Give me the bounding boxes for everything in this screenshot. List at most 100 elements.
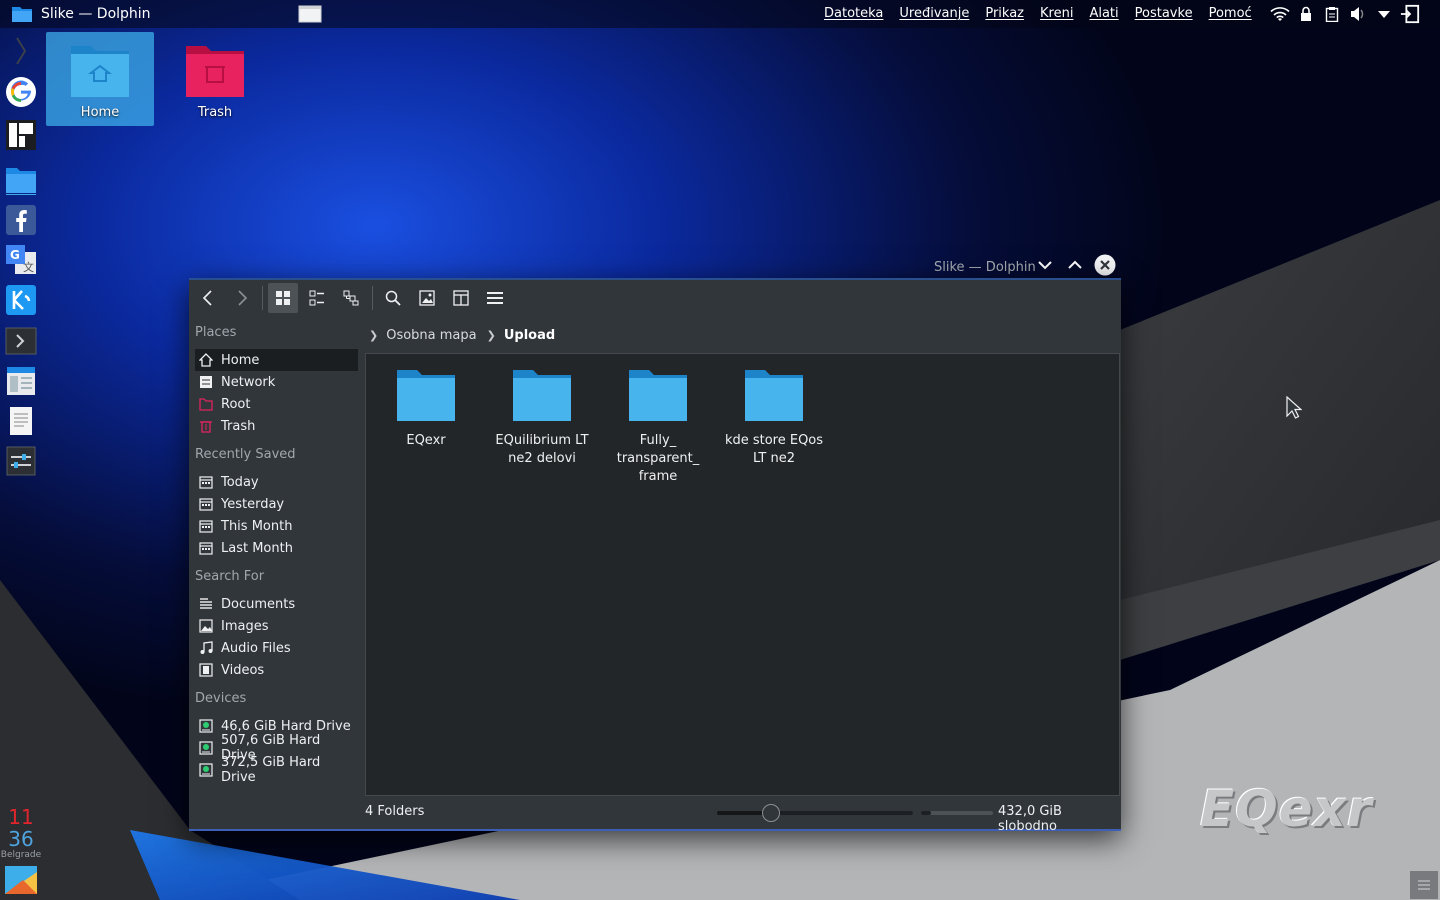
split-view-icon[interactable] — [446, 283, 476, 313]
details-view-icon[interactable] — [336, 283, 366, 313]
svg-text:文: 文 — [23, 260, 34, 274]
menu-alati[interactable]: Alati — [1089, 6, 1118, 21]
recently-saved-section-title: Recently Saved — [195, 447, 296, 462]
terminal-icon[interactable] — [4, 324, 38, 358]
places-item-label: Today — [221, 474, 259, 490]
maximize-icon[interactable] — [1064, 254, 1086, 276]
expand-tray-icon[interactable] — [1374, 3, 1394, 25]
places-item-drive-3[interactable]: 372,5 GiB Hard Drive — [195, 755, 358, 785]
places-item-home[interactable]: Home — [195, 349, 358, 371]
free-space-bar[interactable] — [921, 811, 993, 815]
clock-minute: 36 — [8, 827, 34, 851]
folder-name: Fully_ transparent_ frame — [616, 433, 700, 484]
places-item-root[interactable]: Root — [195, 393, 358, 415]
zoom-slider[interactable] — [717, 804, 913, 822]
calendar-icon — [199, 497, 213, 511]
places-item-videos[interactable]: Videos — [195, 659, 358, 681]
clock-hour: 11 — [8, 805, 34, 829]
calendar-icon — [199, 519, 213, 533]
dolphin-app-icon[interactable] — [11, 5, 33, 23]
places-item-documents[interactable]: Documents — [195, 593, 358, 615]
folder-name: EQexr — [406, 433, 446, 448]
settings-icon[interactable] — [4, 444, 38, 478]
text-editor-icon[interactable] — [4, 404, 38, 438]
clipboard-icon[interactable] — [1322, 3, 1342, 25]
menu-datoteka[interactable]: Datoteka — [824, 6, 883, 21]
kde-icon[interactable] — [4, 283, 38, 317]
compact-view-icon[interactable] — [302, 283, 332, 313]
desktop-icon-home[interactable]: Home — [46, 32, 154, 126]
breadcrumb-home[interactable]: Osobna mapa — [386, 328, 476, 343]
window-titlebar[interactable]: Slike — Dolphin — [189, 249, 1121, 279]
top-panel: Slike — Dolphin Datoteka Uređivanje Prik… — [0, 0, 1440, 28]
wifi-icon[interactable] — [1270, 3, 1290, 25]
close-icon[interactable] — [1094, 254, 1116, 276]
logout-icon[interactable] — [1400, 3, 1420, 25]
global-menu: Datoteka Uređivanje Prikaz Kreni Alati P… — [824, 6, 1252, 21]
menu-uredivanje[interactable]: Uređivanje — [899, 6, 969, 21]
folder-icon — [397, 370, 455, 421]
folder-item[interactable]: Fully_ transparent_ frame — [602, 368, 714, 486]
volume-icon[interactable] — [1348, 3, 1368, 25]
desktop-icon-label: Trash — [197, 105, 233, 120]
svg-text:G: G — [10, 248, 20, 262]
places-item-label: Home — [221, 352, 260, 368]
places-item-label: This Month — [221, 518, 293, 534]
forward-icon[interactable] — [227, 283, 257, 313]
places-item-last-month[interactable]: Last Month — [195, 537, 358, 559]
minimize-icon[interactable] — [1034, 254, 1056, 276]
places-item-label: Last Month — [221, 540, 293, 556]
application-launcher-icon[interactable] — [4, 863, 38, 897]
devices-section-title: Devices — [195, 691, 247, 706]
places-item-audio-files[interactable]: Audio Files — [195, 637, 358, 659]
zoom-slider-handle[interactable] — [761, 804, 780, 822]
hamburger-menu-icon[interactable] — [480, 283, 510, 313]
lock-icon[interactable] — [1296, 3, 1316, 25]
window-body: Places Home Network Root Trash Recently … — [189, 278, 1121, 834]
places-item-label: 372,5 GiB Hard Drive — [221, 755, 321, 785]
mouse-cursor-icon — [1286, 396, 1302, 419]
menu-kreni[interactable]: Kreni — [1040, 6, 1073, 21]
audio-icon — [199, 641, 213, 655]
hard-drive-icon — [199, 763, 213, 777]
menu-prikaz[interactable]: Prikaz — [985, 6, 1024, 21]
places-item-label: Yesterday — [221, 496, 285, 512]
places-item-images[interactable]: Images — [195, 615, 358, 637]
breadcrumb: ❯ Osobna mapa ❯ Upload — [365, 324, 555, 346]
window-switcher-icon[interactable] — [298, 4, 322, 24]
facebook-icon[interactable] — [4, 203, 38, 237]
icons-view-icon[interactable] — [268, 283, 298, 313]
search-icon[interactable] — [378, 283, 408, 313]
menu-pomoc[interactable]: Pomoć — [1209, 6, 1252, 21]
places-item-trash[interactable]: Trash — [195, 415, 358, 437]
free-space-text: 432,0 GiB slobodno — [998, 804, 1062, 834]
places-item-today[interactable]: Today — [195, 471, 358, 493]
google-chrome-icon[interactable] — [4, 75, 38, 109]
folder-item[interactable]: EQexr — [370, 368, 482, 450]
home-icon — [199, 353, 213, 367]
search-for-section-title: Search For — [195, 569, 265, 584]
places-item-network[interactable]: Network — [195, 371, 358, 393]
breadcrumb-current[interactable]: Upload — [504, 328, 555, 343]
back-icon[interactable] — [193, 283, 223, 313]
video-icon — [199, 663, 213, 677]
preview-icon[interactable] — [412, 283, 442, 313]
panel-options-icon[interactable] — [1410, 871, 1438, 899]
file-manager-icon[interactable] — [4, 163, 38, 197]
app-grid-icon[interactable] — [4, 118, 38, 152]
calendar-app-icon[interactable] — [4, 364, 38, 398]
desktop-icon-trash[interactable]: Trash — [161, 32, 269, 126]
folder-item[interactable]: kde store EQos LT ne2 — [718, 368, 830, 468]
places-item-label: 46,6 GiB Hard Drive — [221, 718, 351, 734]
folder-item[interactable]: EQuilibrium LT ne2 delovi — [486, 368, 598, 468]
places-item-yesterday[interactable]: Yesterday — [195, 493, 358, 515]
file-view[interactable]: EQexr EQuilibrium LT ne2 delovi Fully_ tra… — [365, 353, 1120, 796]
image-icon — [199, 619, 213, 633]
google-translate-icon[interactable]: G文 — [4, 243, 38, 277]
folder-name: kde store EQos LT ne2 — [724, 433, 824, 466]
menu-postavke[interactable]: Postavke — [1135, 6, 1193, 21]
places-item-label: Trash — [221, 418, 256, 434]
dock-expand-icon[interactable] — [4, 34, 38, 68]
folder-icon — [629, 370, 687, 421]
places-item-this-month[interactable]: This Month — [195, 515, 358, 537]
